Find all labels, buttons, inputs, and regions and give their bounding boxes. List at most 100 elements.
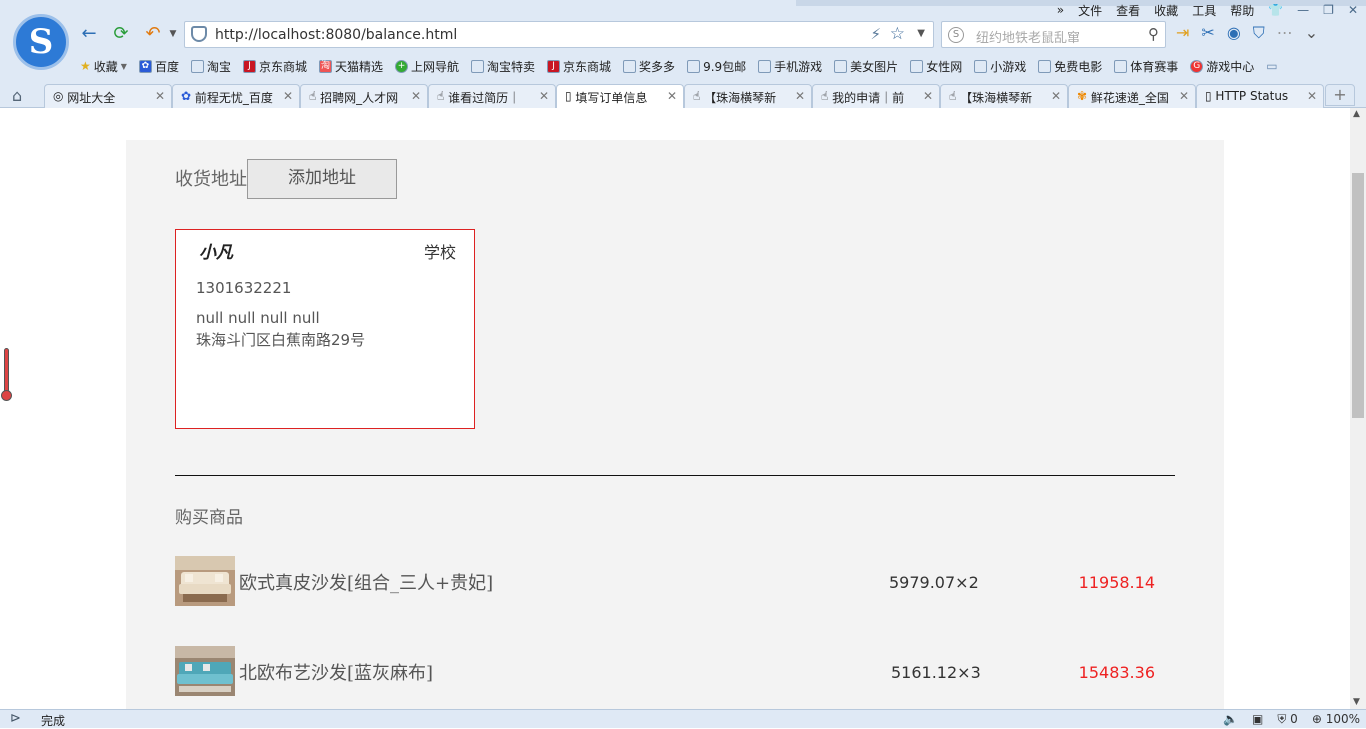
status-right: 🔈 ▣ ⛨ 0 ⊕ 100% [1223, 712, 1360, 727]
status-bar: ⊳ 完成 🔈 ▣ ⛨ 0 ⊕ 100% [0, 709, 1366, 728]
volume-icon[interactable]: 🔈 [1223, 712, 1238, 727]
tab-5[interactable]: ☝ 【珠海横琴新 ✕ [684, 84, 812, 108]
hand-icon: ☝ [309, 89, 321, 103]
bookmark-item[interactable]: 小游戏 [974, 58, 1026, 75]
address-card[interactable]: 小凡 学校 1301632221 null null null null 珠海斗… [175, 229, 475, 429]
tab-1[interactable]: ✿ 前程无忧_百度 ✕ [172, 84, 300, 108]
bookmark-item[interactable]: 女性网 [910, 58, 962, 75]
page-icon [687, 59, 701, 73]
url-text[interactable]: http://localhost:8080/balance.html [215, 27, 457, 43]
url-dropdown-icon[interactable]: ▼ [917, 28, 925, 39]
order-panel: 收货地址 添加地址 小凡 学校 1301632221 null null nul… [126, 140, 1224, 709]
recipient-name: 小凡 [199, 243, 233, 263]
close-tab-icon[interactable]: ✕ [155, 89, 165, 103]
close-tab-icon[interactable]: ✕ [1179, 89, 1189, 103]
browser-chrome: S » 文件 查看 收藏 工具 帮助 👕 — ❐ ✕ ← ⟳ ↶ ▼ http:… [0, 0, 1366, 108]
toolbar-icons: ⇥ ✂ ◉ ⛉ ⋯ ⌄ [1176, 23, 1318, 43]
tab-2[interactable]: ☝ 招聘网_人才网 ✕ [300, 84, 428, 108]
scroll-down-icon[interactable]: ▼ [1353, 697, 1360, 707]
product-name[interactable]: 北欧布艺沙发[蓝灰麻布] [239, 659, 433, 685]
bookmark-item[interactable]: 淘天猫精选 [318, 58, 383, 75]
menu-tools[interactable]: 工具 [1192, 2, 1216, 19]
bookmark-item[interactable]: G 游戏中心 [1190, 58, 1254, 75]
bookmark-item[interactable]: 美女图片 [834, 58, 898, 75]
bookmark-item[interactable]: ★ 收藏 ▼ [80, 58, 127, 75]
bookmark-item[interactable]: 奖多多 [623, 58, 675, 75]
product-thumbnail[interactable] [175, 646, 235, 696]
close-tab-icon[interactable]: ✕ [923, 89, 933, 103]
zoom-level[interactable]: ⊕ 100% [1312, 712, 1360, 727]
chevron-down-icon[interactable]: ⌄ [1305, 23, 1318, 43]
close-tab-icon[interactable]: ✕ [667, 89, 677, 103]
tab-9[interactable]: ▯ HTTP Status ✕ [1196, 84, 1324, 108]
scissors-icon[interactable]: ✂ [1201, 23, 1214, 43]
device-icon[interactable]: ▣ [1252, 712, 1263, 727]
search-engine-icon[interactable]: S [948, 27, 964, 43]
sidebar-toggle-icon[interactable]: ⊳ [10, 711, 21, 726]
product-name[interactable]: 欧式真皮沙发[组合_三人+贵妃] [239, 569, 493, 595]
adblock-count[interactable]: ⛨ 0 [1277, 712, 1297, 727]
tab-0[interactable]: ◎ 网址大全 ✕ [44, 84, 172, 108]
menu-more[interactable]: » [1057, 3, 1064, 17]
tab-7[interactable]: ☝ 【珠海横琴新 ✕ [940, 84, 1068, 108]
tab-8[interactable]: ✾ 鲜花速递_全国 ✕ [1068, 84, 1196, 108]
close-tab-icon[interactable]: ✕ [795, 89, 805, 103]
vertical-scrollbar[interactable]: ▲ ▼ [1350, 108, 1366, 709]
close-tab-icon[interactable]: ✕ [283, 89, 293, 103]
bookmark-item[interactable]: J 京东商城 [242, 58, 307, 75]
skin-icon[interactable]: 👕 [1268, 3, 1283, 17]
close-window-icon[interactable]: ✕ [1348, 3, 1358, 17]
menu-help[interactable]: 帮助 [1230, 2, 1254, 19]
scrollbar-thumb[interactable] [1352, 173, 1364, 418]
address-region: null null null null [196, 309, 320, 327]
folder-icon[interactable]: ▭ [1266, 59, 1277, 73]
shield-icon[interactable]: ⛉ [1253, 23, 1265, 43]
restore-icon[interactable]: ❐ [1323, 3, 1334, 17]
minimize-icon[interactable]: — [1297, 3, 1309, 17]
refresh-icon[interactable]: ⟳ [110, 23, 132, 45]
bookmark-item[interactable]: ✿ 百度 [138, 58, 179, 75]
back-arrow-icon[interactable]: ← [78, 23, 100, 45]
search-icon[interactable]: ⚲ [1148, 25, 1159, 43]
bookmark-item[interactable]: 体育赛事 [1114, 58, 1178, 75]
page-icon [190, 59, 204, 73]
lightning-icon[interactable]: ⚡ [870, 25, 881, 43]
menu-favorites[interactable]: 收藏 [1154, 2, 1178, 19]
bookmark-item[interactable]: 手机游戏 [758, 58, 822, 75]
close-tab-icon[interactable]: ✕ [1307, 89, 1317, 103]
jd-icon: J [242, 59, 256, 73]
bookmark-item[interactable]: 免费电影 [1038, 58, 1102, 75]
close-tab-icon[interactable]: ✕ [411, 89, 421, 103]
star-icon[interactable]: ☆ [890, 24, 905, 44]
close-tab-icon[interactable]: ✕ [539, 89, 549, 103]
close-tab-icon[interactable]: ✕ [1051, 89, 1061, 103]
search-box[interactable]: S 纽约地铁老鼠乱窜 ⚲ [941, 21, 1166, 48]
tab-6[interactable]: ☝ 我的申请｜前 ✕ [812, 84, 940, 108]
page-icon [974, 59, 988, 73]
tab-3[interactable]: ☝ 谁看过简历｜ ✕ [428, 84, 556, 108]
menu-bar: » 文件 查看 收藏 工具 帮助 👕 — ❐ ✕ [1057, 2, 1358, 18]
page-icon [1114, 59, 1128, 73]
page-icon: ▯ [565, 89, 576, 103]
find-icon[interactable]: ◉ [1227, 23, 1241, 43]
more-icon[interactable]: ⋯ [1277, 23, 1293, 43]
product-thumbnail[interactable] [175, 556, 235, 606]
bookmark-item[interactable]: 淘宝 [190, 58, 231, 75]
new-tab-button[interactable]: + [1325, 84, 1355, 106]
home-icon[interactable]: ⌂ [12, 86, 22, 105]
bookmark-item[interactable]: + 上网导航 [395, 58, 459, 75]
bookmark-item[interactable]: 9.9包邮 [687, 58, 746, 75]
jd-icon: J [547, 59, 561, 73]
undo-dropdown-icon[interactable]: ▼ [162, 23, 184, 45]
menu-file[interactable]: 文件 [1078, 2, 1102, 19]
address-bar[interactable]: http://localhost:8080/balance.html ⚡ ☆ ▼ [184, 21, 934, 48]
bookmark-item[interactable]: J 京东商城 [547, 58, 611, 75]
search-input[interactable]: 纽约地铁老鼠乱窜 [976, 27, 1080, 46]
undo-icon[interactable]: ↶ [142, 23, 164, 45]
add-address-button[interactable]: 添加地址 [247, 159, 397, 199]
menu-view[interactable]: 查看 [1116, 2, 1140, 19]
scroll-up-icon[interactable]: ▲ [1353, 109, 1360, 119]
login-icon[interactable]: ⇥ [1176, 23, 1189, 43]
tab-4-active[interactable]: ▯ 填写订单信息 ✕ [556, 84, 684, 108]
bookmark-item[interactable]: 淘宝特卖 [471, 58, 535, 75]
